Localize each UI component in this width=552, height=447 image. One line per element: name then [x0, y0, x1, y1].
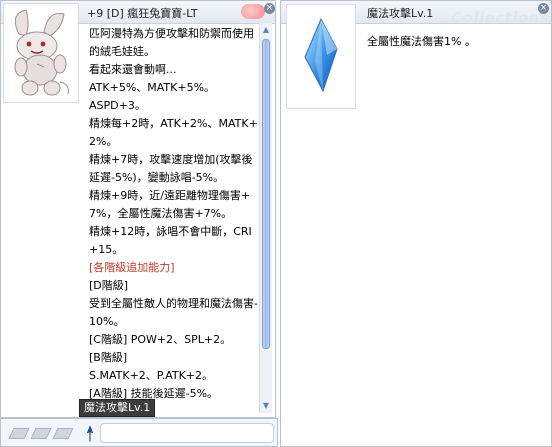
option-title: 魔法攻擊Lv.1	[367, 7, 434, 20]
description-line: 看起來還會動啊...	[89, 63, 177, 76]
option-description: 全屬性魔法傷害1% 。	[367, 35, 476, 48]
option-image-frame	[286, 4, 356, 109]
description-line: 精煉每+2時，ATK+2%、MATK+2%。	[89, 117, 258, 148]
close-icon: ×	[265, 3, 274, 13]
card-slot-bar	[0, 418, 278, 447]
collections-watermark: Collections	[451, 9, 550, 27]
blue-crystal-image	[304, 17, 338, 93]
option-tooltip: 魔法攻擊Lv.1	[79, 399, 156, 417]
description-line: 匹阿漫特為方便攻擊和防禦而使用的絨毛娃娃。	[89, 27, 254, 58]
card-slot-3[interactable]	[52, 428, 74, 439]
item-description-text: 匹阿漫特為方便攻擊和防禦而使用的絨毛娃娃。看起來還會動啊... ATK+5%、MA…	[89, 25, 259, 413]
description-line: [B階級]	[89, 351, 128, 364]
card-slot-2[interactable]	[30, 428, 52, 439]
scroll-down-arrow-icon[interactable]: ▼	[260, 401, 272, 411]
option-description-window: Collections × 魔法攻擊Lv.1 全屬性魔法傷害1% 。	[280, 0, 552, 447]
description-line: 精煉+9時，近/遠距離物理傷害+7%，全屬性魔法傷害+7%。	[89, 189, 251, 220]
description-line: 精煉+12時，詠唱不會中斷，CRI+15。	[89, 225, 252, 256]
mouse-cursor-icon	[85, 423, 95, 443]
bottom-input-field[interactable]	[100, 423, 274, 443]
scroll-up-arrow-icon[interactable]: ▲	[260, 25, 272, 35]
item-image-frame	[3, 3, 79, 103]
description-line: ASPD+3。	[89, 99, 146, 112]
description-line: ATK+5%、MATK+5%。	[89, 81, 216, 94]
description-line: [各階級追加能力]	[89, 261, 175, 274]
description-line: S.MATK+2、P.ATK+2。	[89, 369, 214, 382]
description-line: [D階級]	[89, 279, 129, 292]
description-line: 精煉+7時，攻擊速度增加(攻擊後延遲-5%)，變動詠唱-5%。	[89, 153, 253, 184]
item-title-decoration	[241, 4, 265, 19]
item-title: +9 [D] 瘋狂兔寶寶-LT	[87, 7, 198, 20]
rabbit-doll-image	[14, 9, 69, 96]
option-window-close-button[interactable]: ×	[538, 3, 549, 14]
description-line: 受到全屬性敵人的物理和魔法傷害-10%。	[89, 297, 258, 328]
scrollbar-thumb[interactable]	[262, 39, 270, 349]
close-icon: ×	[539, 3, 548, 13]
item-window-close-button[interactable]: ×	[264, 3, 275, 14]
card-slot-1[interactable]	[8, 428, 30, 439]
item-description-scrollbar[interactable]: ▲ ▼	[259, 23, 272, 413]
item-description-window: +9 [D] 瘋狂兔寶寶-LT × 匹阿漫特為方便攻擊和防禦而使用的絨毛娃娃。 …	[0, 0, 276, 418]
description-line: [C階級] POW+2、SPL+2。	[89, 333, 232, 346]
